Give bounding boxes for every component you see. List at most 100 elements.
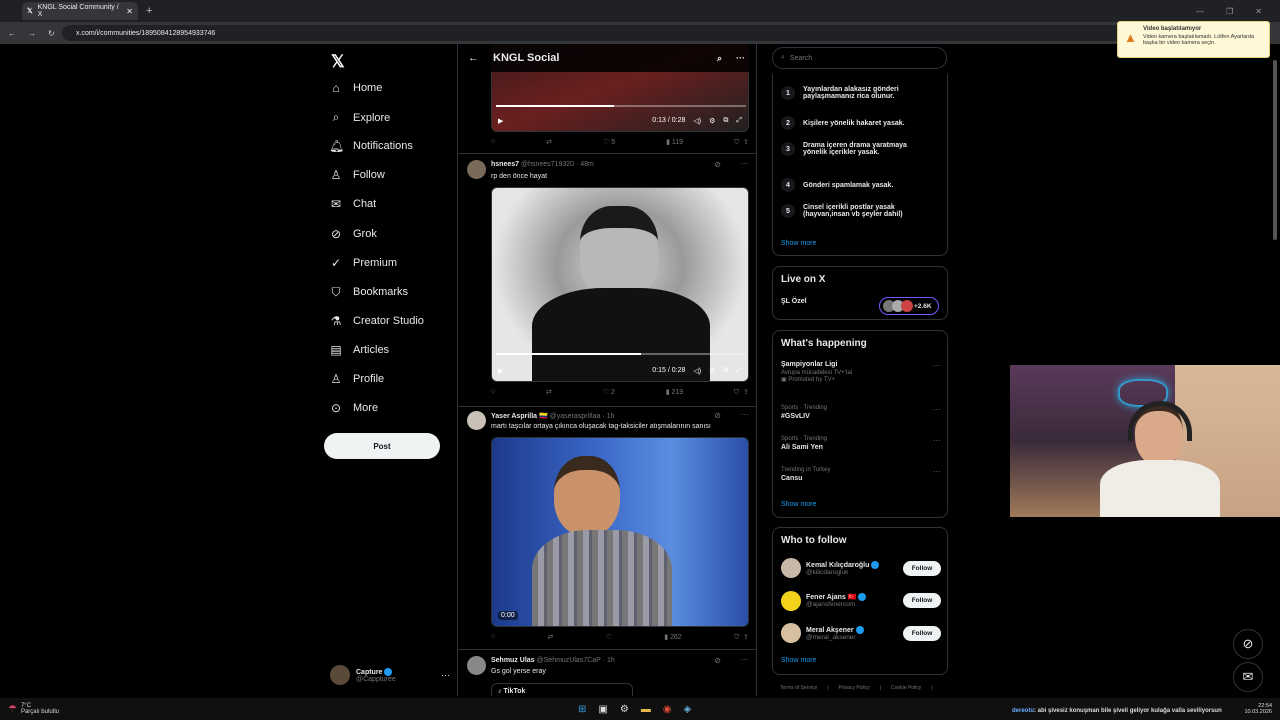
back-icon[interactable]: ← xyxy=(8,29,16,38)
sidebar-item-grok[interactable]: ⊘ Grok xyxy=(329,227,377,241)
footer-link[interactable]: Cookie Policy xyxy=(891,685,921,691)
bookmark-icon[interactable]: ⛉ xyxy=(734,139,739,146)
more-dots-icon[interactable]: ··· xyxy=(741,655,749,664)
reply-icon[interactable]: ○ xyxy=(491,633,495,642)
reply-icon[interactable]: ○ xyxy=(491,388,495,397)
chrome-icon[interactable]: ◉ xyxy=(663,704,672,715)
play-icon[interactable]: ▶ xyxy=(498,117,503,125)
bookmark-icon[interactable]: ⛉ xyxy=(734,634,739,641)
author-name[interactable]: hsnees7 xyxy=(491,161,519,168)
sidebar-item-more[interactable]: ⊙ More xyxy=(329,401,378,415)
show-more-link[interactable]: Show more xyxy=(781,501,816,508)
volume-icon[interactable]: ◁) xyxy=(693,367,701,375)
more-dots-icon[interactable]: ··· xyxy=(933,436,941,445)
show-more-link[interactable]: Show more xyxy=(781,240,816,247)
sidebar-item-bookmarks[interactable]: ⛉ Bookmarks xyxy=(329,285,408,300)
browser-tab[interactable]: 𝕏 KNGL Social Community / X ✕ xyxy=(22,2,138,20)
sidebar-item-notifications[interactable]: 🔔︎ Notifications xyxy=(329,139,413,153)
messages-float-button[interactable]: ✉ xyxy=(1233,662,1263,692)
footer-link[interactable]: Terms of Service xyxy=(780,685,817,691)
taskbar-clock[interactable]: 22:54 10.03.2026 xyxy=(1244,703,1272,715)
sidebar-item-premium[interactable]: ✓ Premium xyxy=(329,256,397,270)
search-icon[interactable]: ⌕ xyxy=(717,53,722,64)
views-count[interactable]: ▮ 262 xyxy=(664,633,681,642)
back-arrow-icon[interactable]: ← xyxy=(468,52,479,64)
community-rule[interactable]: 3 Drama içeren drama yaratmaya yönelik iç… xyxy=(781,142,931,156)
task-view-icon[interactable]: ▣ xyxy=(598,704,607,715)
volume-icon[interactable]: ◁) xyxy=(693,117,701,125)
pip-icon[interactable]: ⧉ xyxy=(723,117,728,125)
share-icon[interactable]: ⇪ xyxy=(743,389,749,396)
live-space-name[interactable]: ŞL Özel xyxy=(781,298,807,305)
weather-widget[interactable]: ☂ 7°C Parçalı bulutlu xyxy=(0,703,200,715)
close-tab-icon[interactable]: ✕ xyxy=(126,7,133,16)
more-dots-icon[interactable]: ··· xyxy=(933,405,941,414)
x-logo-icon[interactable]: 𝕏 xyxy=(331,52,345,72)
footer-link[interactable]: Privacy Policy xyxy=(839,685,870,691)
who-to-follow-item[interactable]: Fener Ajans 🇹🇷 @ajansfenercom Follow xyxy=(781,588,941,614)
folder-icon[interactable]: ▬ xyxy=(641,704,651,715)
sidebar-item-explore[interactable]: ⌕ Explore xyxy=(329,110,391,125)
video-progress-bar[interactable] xyxy=(496,353,746,355)
grok-icon[interactable]: ⊘ xyxy=(714,160,721,169)
like-button[interactable]: ♡ 2 xyxy=(603,388,615,397)
like-button[interactable]: ♡ xyxy=(606,633,612,642)
grok-icon[interactable]: ⊘ xyxy=(714,411,721,420)
author-name[interactable]: Yaser Asprilla 🇨🇴 xyxy=(491,413,548,420)
more-dots-icon[interactable]: ··· xyxy=(441,670,450,680)
play-icon[interactable]: ▶ xyxy=(498,367,503,375)
sidebar-item-creator-studio[interactable]: ⚗ Creator Studio xyxy=(329,314,424,328)
author-handle[interactable]: @SehmuzUlas7CaP xyxy=(537,657,601,664)
url-field[interactable]: x.com/i/communities/1895084128954933746 xyxy=(62,25,1212,41)
settings-icon[interactable]: ⚙ xyxy=(709,367,715,375)
more-dots-icon[interactable]: ··· xyxy=(933,467,941,476)
grok-icon[interactable]: ⊘ xyxy=(714,656,721,665)
more-dots-icon[interactable]: ··· xyxy=(741,159,749,168)
author-handle[interactable]: @yaseraspriIlaa xyxy=(550,413,601,420)
author-name[interactable]: Sehmuz Ulas xyxy=(491,657,535,664)
share-icon[interactable]: ⇪ xyxy=(743,139,749,146)
follow-button[interactable]: Follow xyxy=(903,593,941,608)
post[interactable]: Yaser Asprilla 🇨🇴 @yaseraspriIlaa · 1h ⊘… xyxy=(458,407,756,650)
author-handle[interactable]: @hsnees719320 xyxy=(521,161,574,168)
sidebar-item-profile[interactable]: ♙ Profile xyxy=(329,372,385,386)
trend-item[interactable]: Sports · Trending #GSvLIV ··· xyxy=(781,405,941,420)
who-to-follow-item[interactable]: Kemal Kılıçdaroğlu @kilicdarogluk Follow xyxy=(781,555,941,581)
trend-item[interactable]: Şampiyonlar Ligi Avrupa mücadelesi TV+'t… xyxy=(781,361,941,383)
forward-icon[interactable]: → xyxy=(28,29,36,38)
share-icon[interactable]: ⇪ xyxy=(743,634,749,641)
camera-error-notification[interactable]: ▲ Video başlatılamıyor Video kamera başl… xyxy=(1117,21,1270,58)
pip-icon[interactable]: ⧉ xyxy=(723,367,728,375)
sidebar-item-follow[interactable]: ♙ Follow xyxy=(329,168,385,182)
fullscreen-icon[interactable]: ⤢ xyxy=(736,367,742,375)
close-window-icon[interactable]: ✕ xyxy=(1255,7,1262,16)
reply-icon[interactable]: ○ xyxy=(491,138,495,147)
bookmark-icon[interactable]: ⛉ xyxy=(734,389,739,396)
minimize-icon[interactable]: — xyxy=(1196,7,1204,16)
trend-item[interactable]: Trending in Turkey Cansu ··· xyxy=(781,467,941,482)
settings-icon[interactable]: ⚙ xyxy=(709,117,715,125)
show-more-link[interactable]: Show more xyxy=(781,657,816,664)
sidebar-item-articles[interactable]: ▤ Articles xyxy=(329,343,389,357)
repost-icon[interactable]: ⇄ xyxy=(546,138,552,147)
follow-button[interactable]: Follow xyxy=(903,625,941,641)
views-count[interactable]: ▮ 119 xyxy=(666,138,683,147)
community-rule[interactable]: 5 Cinsel içerikli postlar yasak (hayvan,i… xyxy=(781,204,931,218)
account-switcher[interactable]: Capture @Cappturee ··· xyxy=(330,661,450,689)
repost-icon[interactable]: ⇄ xyxy=(546,388,552,397)
app-icon[interactable]: ⚙ xyxy=(620,704,629,715)
follow-button[interactable]: Follow xyxy=(903,560,941,576)
post[interactable]: Sehmuz Ulas @SehmuzUlas7CaP · 1h ⊘ ··· G… xyxy=(458,650,756,696)
windows-start-icon[interactable]: ⊞ xyxy=(578,704,586,715)
new-tab-icon[interactable]: + xyxy=(146,5,152,17)
steam-icon[interactable]: ◈ xyxy=(684,704,692,715)
sidebar-item-home[interactable]: ⌂ Home xyxy=(329,81,382,95)
post[interactable]: hsnees7 @hsnees719320 · 48m ⊘ ··· rp den… xyxy=(458,154,756,407)
maximize-icon[interactable]: ❐ xyxy=(1226,7,1233,16)
views-count[interactable]: ▮ 219 xyxy=(666,388,683,397)
post-button[interactable]: Post xyxy=(324,433,440,459)
video-player[interactable]: 0:00 xyxy=(491,437,749,627)
like-button[interactable]: ♡ 5 xyxy=(603,138,615,147)
scrollbar-thumb[interactable] xyxy=(1273,60,1277,240)
who-to-follow-item[interactable]: Meral Akşener @meral_aksener Follow xyxy=(781,620,941,646)
